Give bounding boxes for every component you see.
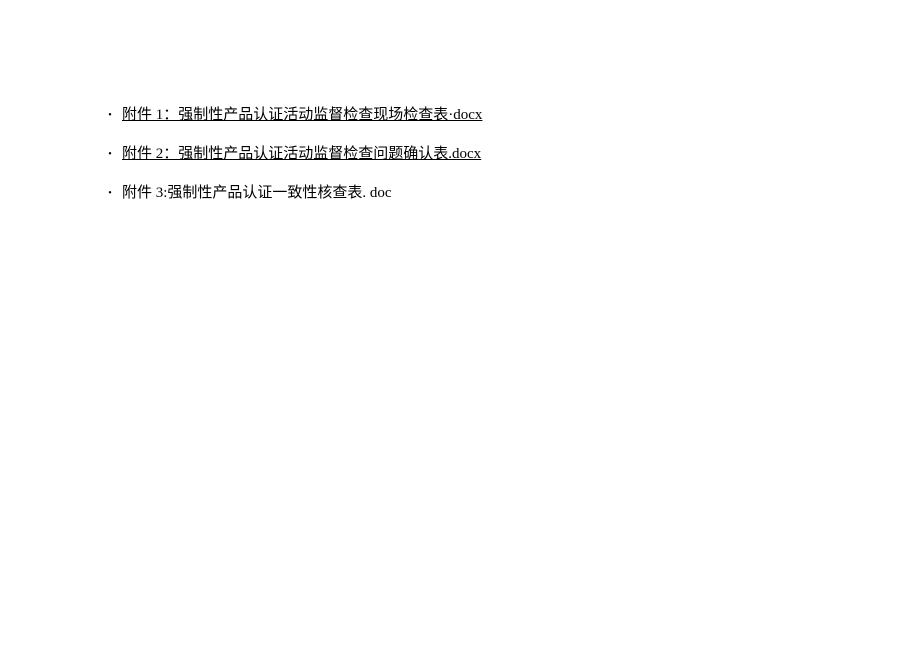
list-item: • 附件 2：强制性产品认证活动监督检查问题确认表.docx (100, 144, 920, 165)
list-item: • 附件 1：强制性产品认证活动监督检查现场检查表·docx (100, 105, 920, 126)
bullet-icon: • (100, 187, 120, 201)
attachment-text: 附件 3:强制性产品认证一致性核查表. doc (122, 183, 392, 204)
list-item: • 附件 3:强制性产品认证一致性核查表. doc (100, 183, 920, 204)
attachment-link[interactable]: 附件 2：强制性产品认证活动监督检查问题确认表.docx (122, 144, 481, 165)
attachment-link[interactable]: 附件 1：强制性产品认证活动监督检查现场检查表·docx (122, 105, 482, 126)
attachment-list: • 附件 1：强制性产品认证活动监督检查现场检查表·docx • 附件 2：强制… (100, 105, 920, 204)
bullet-icon: • (100, 109, 120, 123)
bullet-icon: • (100, 148, 120, 162)
